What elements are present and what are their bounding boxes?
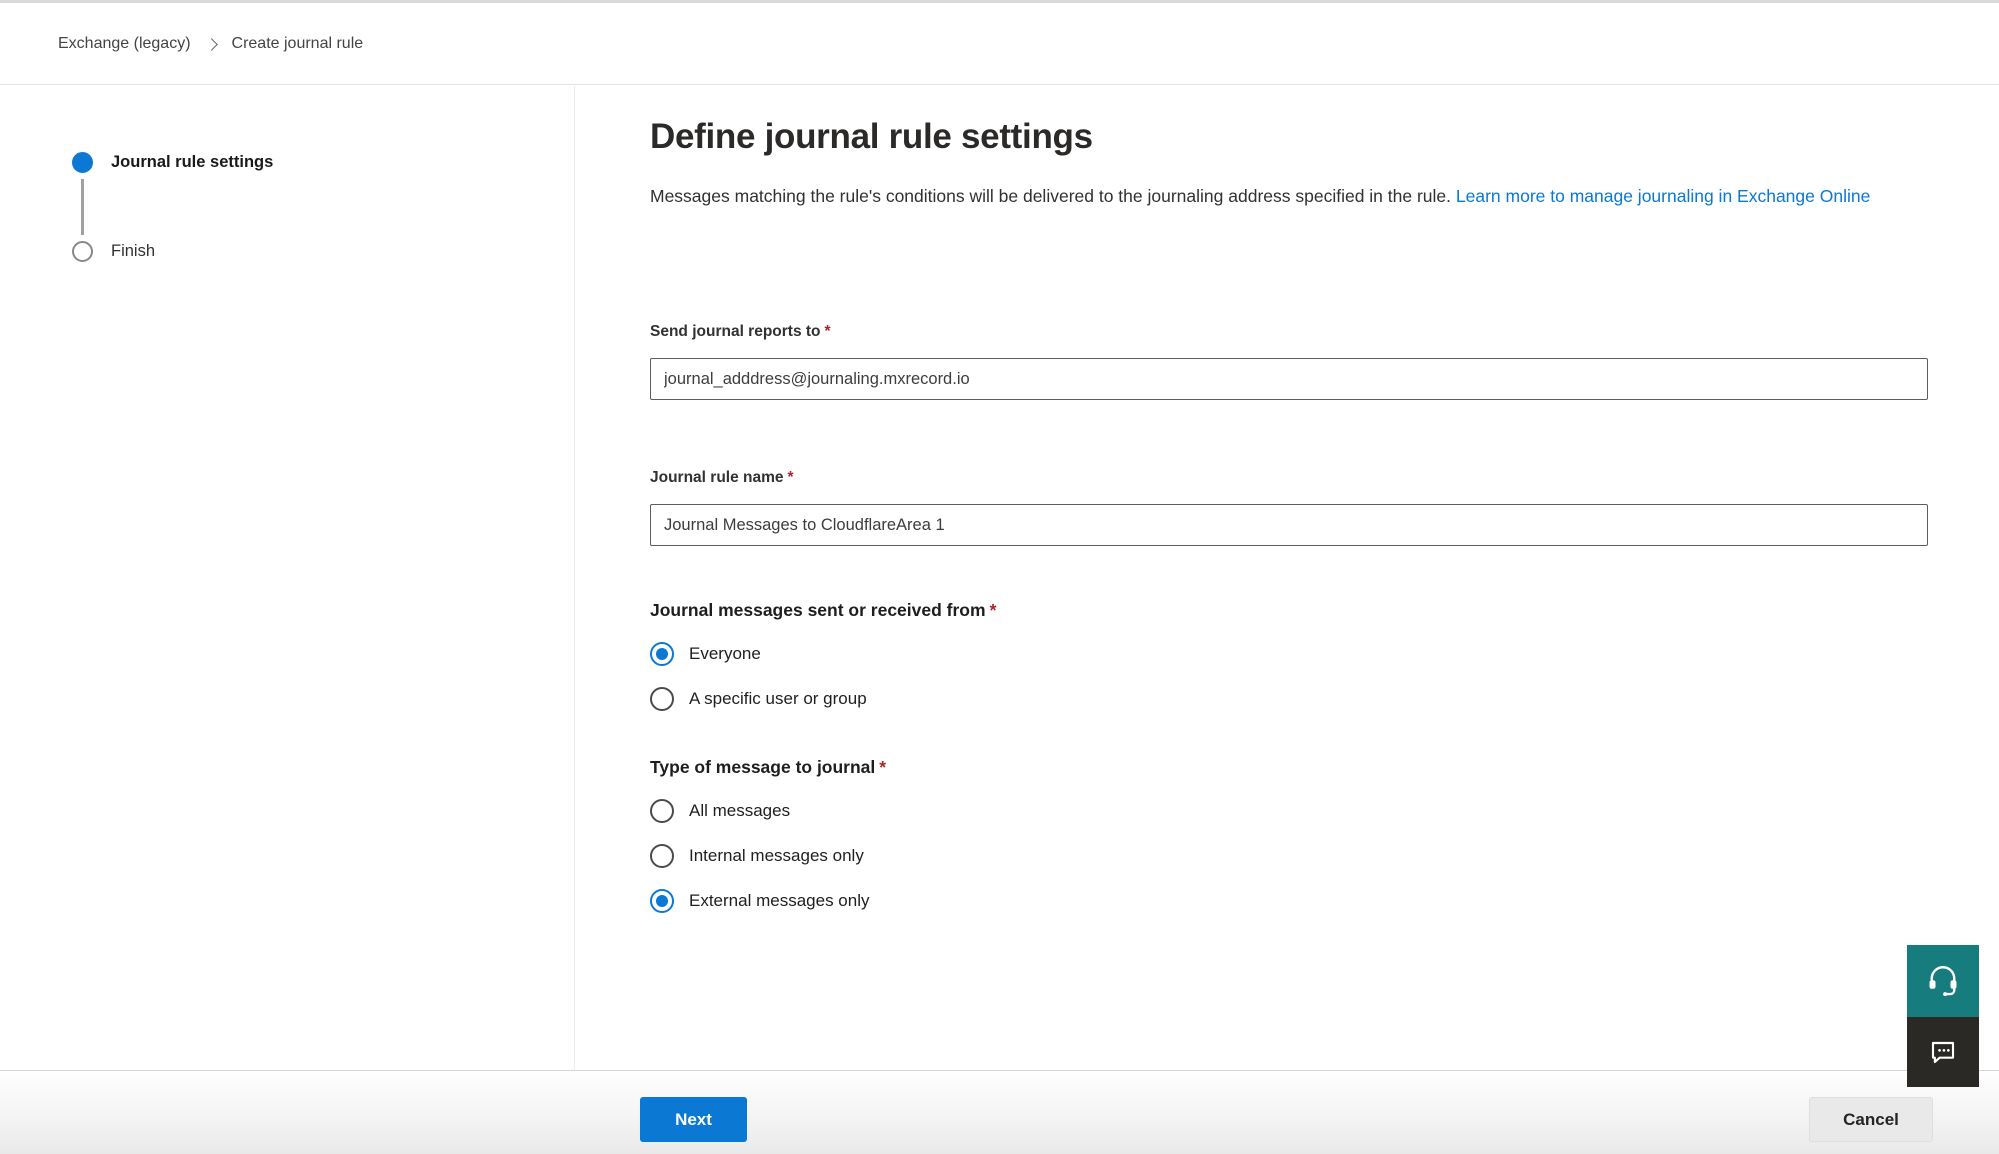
radio-option-label: External messages only: [689, 891, 869, 911]
next-button[interactable]: Next: [640, 1097, 747, 1142]
main-panel: Define journal rule settings Messages ma…: [576, 86, 1999, 1070]
radio-button-icon[interactable]: [650, 889, 674, 913]
wizard-step-empty-dot-icon: [72, 241, 93, 262]
breadcrumb-item-create-journal-rule: Create journal rule: [232, 35, 364, 53]
field-label-text: Journal rule name: [650, 469, 784, 486]
headset-icon: [1925, 962, 1961, 1001]
page-title: Define journal rule settings: [650, 115, 1999, 159]
cancel-button[interactable]: Cancel: [1809, 1097, 1933, 1142]
wizard-step-connector: [81, 179, 84, 235]
journal-scope-radio-group: Journal messages sent or received from* …: [650, 598, 1999, 712]
wizard-step-label: Finish: [111, 242, 155, 261]
journal-scope-options: Everyone A specific user or group: [650, 641, 1999, 712]
journal-rule-name-field: Journal rule name*: [650, 467, 1999, 546]
journal-rule-name-input[interactable]: [650, 504, 1928, 546]
message-type-group-label: Type of message to journal*: [650, 755, 1999, 779]
required-asterisk: *: [788, 469, 794, 486]
learn-more-link[interactable]: Learn more to manage journaling in Excha…: [1456, 186, 1870, 206]
group-label-text: Type of message to journal: [650, 757, 875, 777]
radio-option-specific-user-or-group[interactable]: A specific user or group: [650, 686, 1999, 712]
radio-button-icon[interactable]: [650, 799, 674, 823]
message-type-options: All messages Internal messages only Exte…: [650, 798, 1999, 914]
journal-rule-name-label: Journal rule name*: [650, 467, 1999, 488]
send-journal-reports-input[interactable]: [650, 358, 1928, 400]
help-support-button[interactable]: [1907, 945, 1979, 1017]
radio-option-label: A specific user or group: [689, 689, 867, 709]
wizard-steps: Journal rule settings Finish: [0, 86, 574, 262]
send-journal-reports-field: Send journal reports to*: [650, 321, 1999, 400]
required-asterisk: *: [990, 600, 997, 620]
radio-option-external-messages-only[interactable]: External messages only: [650, 888, 1999, 914]
group-label-text: Journal messages sent or received from: [650, 600, 986, 620]
wizard-rail: Journal rule settings Finish: [0, 86, 575, 1070]
radio-option-label: Everyone: [689, 644, 761, 664]
wizard-step-active-dot-icon: [72, 152, 93, 173]
message-type-radio-group: Type of message to journal* All messages…: [650, 755, 1999, 914]
feedback-button[interactable]: [1907, 1017, 1979, 1087]
send-journal-reports-label: Send journal reports to*: [650, 321, 1999, 342]
description-text: Messages matching the rule's conditions …: [650, 186, 1451, 206]
radio-button-icon[interactable]: [650, 687, 674, 711]
breadcrumb-item-exchange-legacy[interactable]: Exchange (legacy): [58, 35, 191, 53]
radio-button-icon[interactable]: [650, 642, 674, 666]
wizard-step-journal-rule-settings[interactable]: Journal rule settings: [72, 152, 574, 173]
wizard-step-finish[interactable]: Finish: [72, 241, 574, 262]
required-asterisk: *: [825, 323, 831, 340]
radio-option-internal-messages-only[interactable]: Internal messages only: [650, 843, 1999, 869]
top-bar: Exchange (legacy) Create journal rule: [0, 3, 1999, 85]
radio-option-all-messages[interactable]: All messages: [650, 798, 1999, 824]
radio-option-label: Internal messages only: [689, 846, 864, 866]
radio-option-label: All messages: [689, 801, 790, 821]
required-asterisk: *: [879, 757, 886, 777]
wizard-footer: Next Cancel: [0, 1070, 1999, 1154]
journal-scope-group-label: Journal messages sent or received from*: [650, 598, 1999, 622]
wizard-step-label: Journal rule settings: [111, 153, 273, 172]
feedback-icon: [1927, 1035, 1959, 1070]
field-label-text: Send journal reports to: [650, 323, 821, 340]
page-description: Messages matching the rule's conditions …: [650, 184, 1985, 209]
radio-option-everyone[interactable]: Everyone: [650, 641, 1999, 667]
breadcrumb: Exchange (legacy) Create journal rule: [58, 35, 363, 53]
radio-button-icon[interactable]: [650, 844, 674, 868]
breadcrumb-chevron-icon: [205, 38, 218, 51]
